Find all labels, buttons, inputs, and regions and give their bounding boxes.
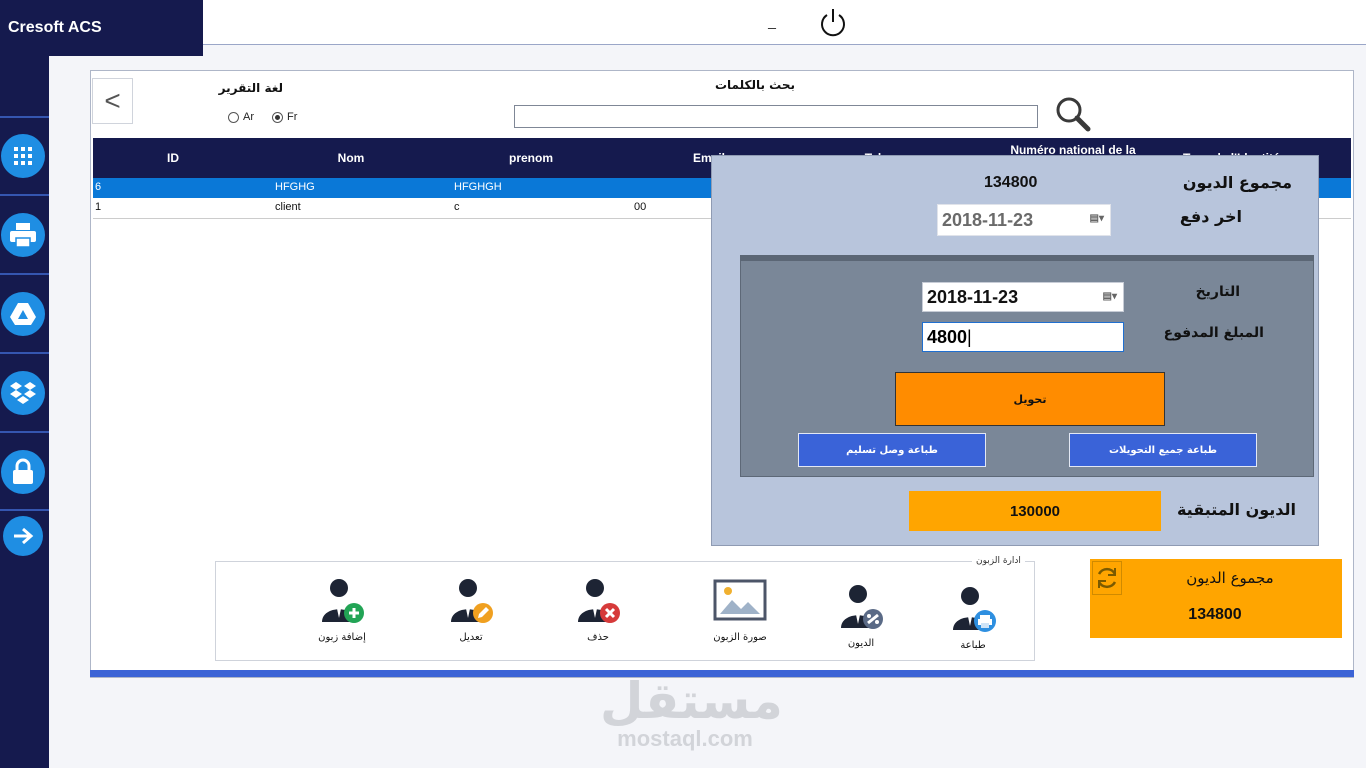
radio-ar-label: Ar <box>243 111 254 123</box>
date-label: التاريخ <box>1195 284 1240 300</box>
top-bar <box>203 0 1366 45</box>
watermark-logo-latin: mostaql.com <box>617 726 753 751</box>
date-picker[interactable]: 2018-11-23 ▤▾ <box>922 282 1124 312</box>
cell-prenom: c <box>454 201 460 213</box>
apps-grid-icon <box>14 147 32 165</box>
cell-nom: HFGHG <box>275 181 315 193</box>
sidebar-item-lock[interactable] <box>1 450 45 494</box>
customer-debts-button[interactable]: الديون <box>826 580 896 649</box>
sidebar-divider <box>0 194 49 196</box>
last-payment-date: 2018-11-23 ▤▾ <box>937 204 1111 236</box>
edit-customer-button[interactable]: تعديل <box>436 574 506 643</box>
radio-fr[interactable] <box>272 111 283 123</box>
sidebar-divider <box>0 431 49 433</box>
cell-id: 1 <box>95 201 102 213</box>
column-header-nom[interactable]: Nom <box>301 138 401 178</box>
customer-photo-label: صورة الزبون <box>713 632 767 643</box>
remaining-debts-label: الديون المتبقية <box>1176 500 1296 519</box>
refresh-icon <box>1097 567 1117 589</box>
delete-customer-button[interactable]: حذف <box>563 574 633 643</box>
power-icon <box>821 9 845 37</box>
radio-ar[interactable] <box>228 111 239 123</box>
total-debts-value: 134800 <box>984 174 1038 191</box>
sidebar <box>0 56 49 768</box>
delete-customer-icon <box>578 579 620 623</box>
column-header-id[interactable]: ID <box>123 138 223 178</box>
print-customer-icon <box>953 587 996 632</box>
add-customer-icon <box>322 579 364 623</box>
minimize-button[interactable]: _ <box>764 13 780 33</box>
payment-form-header <box>740 255 1314 261</box>
sidebar-item-next[interactable] <box>3 516 43 556</box>
sidebar-divider <box>0 116 49 118</box>
sidebar-divider <box>0 273 49 275</box>
printer-icon <box>10 223 36 248</box>
customer-photo-icon <box>713 579 767 621</box>
watermark-logo-arabic: مستقل <box>600 672 783 730</box>
totals-label: مجموع الديون <box>1186 569 1274 587</box>
add-customer-button[interactable]: إضافة زبون <box>307 574 377 643</box>
cell-nom: client <box>275 201 301 213</box>
back-button[interactable]: < <box>92 78 133 124</box>
arrow-right-icon <box>14 527 34 545</box>
lock-icon <box>13 458 33 484</box>
calendar-icon: ▤▾ <box>1089 213 1104 224</box>
text-cursor: | <box>967 326 972 347</box>
print-all-transfers-button[interactable]: طباعة جميع التحويلات <box>1069 433 1257 467</box>
totals-value: 134800 <box>1188 606 1242 623</box>
search-label: بحث بالكلمات <box>714 78 796 92</box>
delete-customer-label: حذف <box>587 632 609 643</box>
column-header-prenom[interactable]: prenom <box>481 138 581 178</box>
power-button[interactable] <box>818 6 848 38</box>
print-receipt-button[interactable]: طباعة وصل تسليم <box>798 433 986 467</box>
search-input[interactable] <box>514 105 1038 128</box>
sidebar-divider <box>0 509 49 511</box>
customer-debts-label: الديون <box>847 638 875 649</box>
dropbox-icon <box>10 382 36 404</box>
amount-label: المبلغ المدفوع <box>1163 325 1264 341</box>
total-debts-label: مجموع الديون <box>1182 173 1292 192</box>
cell-prenom: HFGHGH <box>454 181 502 193</box>
sidebar-divider <box>0 352 49 354</box>
sidebar-item-dropbox[interactable] <box>1 371 45 415</box>
app-title: Cresoft ACS <box>0 0 203 56</box>
language-radio-group: Ar Fr <box>228 109 297 125</box>
search-icon <box>1056 97 1091 132</box>
edit-customer-label: تعديل <box>459 632 483 643</box>
transfer-button[interactable]: تحويل <box>895 372 1165 426</box>
sidebar-item-drive[interactable] <box>1 292 45 336</box>
refresh-button[interactable] <box>1092 561 1122 595</box>
edit-customer-icon <box>451 579 493 623</box>
customer-photo-button[interactable]: صورة الزبون <box>705 576 775 643</box>
date-picker-value: 2018-11-23 <box>927 286 1019 307</box>
amount-input-value: 4800 <box>927 326 968 347</box>
totals-box: مجموع الديون 134800 <box>1090 559 1342 638</box>
customer-debts-icon <box>841 585 883 629</box>
calendar-icon: ▤▾ <box>1102 291 1117 302</box>
sidebar-item-print[interactable] <box>1 213 45 257</box>
search-button[interactable] <box>1054 95 1092 133</box>
print-customer-label: طباعة <box>960 640 986 651</box>
drive-icon <box>10 303 36 325</box>
sidebar-item-apps[interactable] <box>1 134 45 178</box>
add-customer-label: إضافة زبون <box>318 632 366 643</box>
last-payment-date-value: 2018-11-23 <box>942 209 1034 230</box>
report-language-label: لغة التقرير <box>218 81 283 95</box>
cell-id: 6 <box>95 181 102 193</box>
cell-email: 00 <box>634 201 647 213</box>
last-payment-label: اخر دفع <box>1179 207 1242 226</box>
amount-input[interactable]: 4800 | <box>922 322 1124 352</box>
remaining-debts-value: 130000 <box>909 491 1161 531</box>
print-customer-button[interactable]: طباعة <box>938 582 1008 651</box>
customer-management-label: ادارة الزبون <box>972 556 1025 566</box>
radio-fr-label: Fr <box>287 111 298 123</box>
